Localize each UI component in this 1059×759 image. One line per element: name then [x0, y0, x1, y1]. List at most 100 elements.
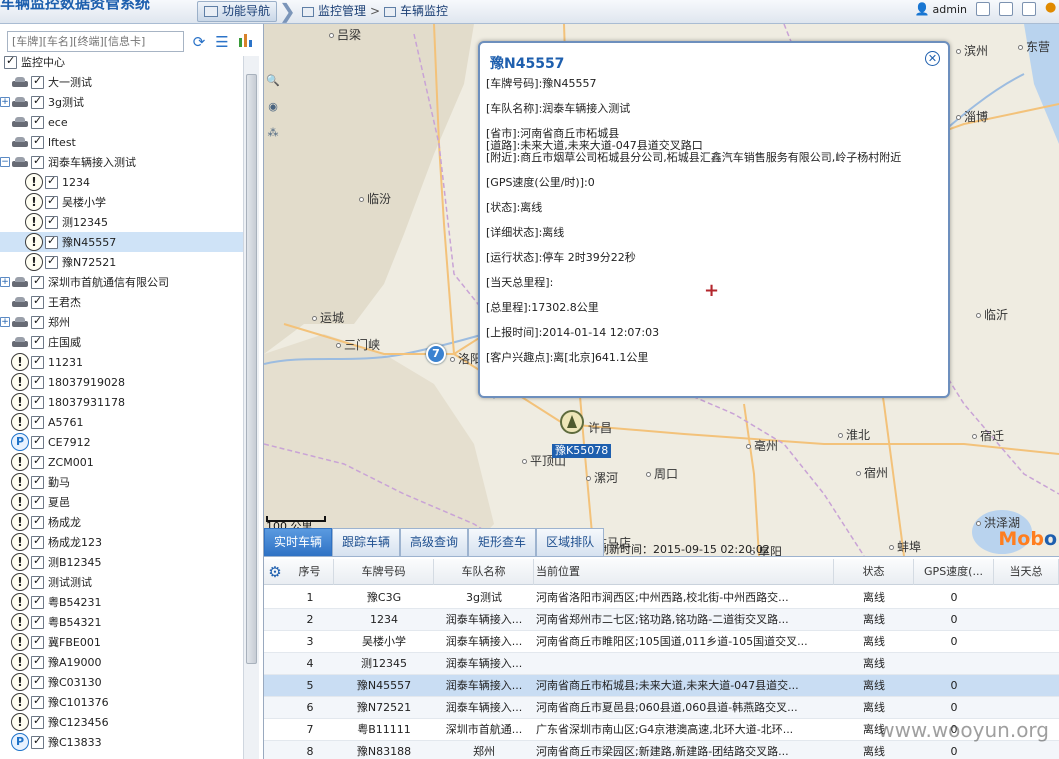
zoom-search-icon[interactable]: 🔍: [266, 74, 280, 88]
tree-item[interactable]: ! 冀FBE001: [0, 632, 243, 652]
grid-header-cell[interactable]: 车队名称: [434, 559, 534, 585]
table-row[interactable]: 8 豫N83188 郑州 河南省商丘市梁园区;新建路,新建路-团结路交叉路... 离线 0: [264, 741, 1059, 759]
tree-item[interactable]: ! A5761: [0, 412, 243, 432]
tree-item[interactable]: − 润泰车辆接入测试: [0, 152, 243, 172]
tree-checkbox[interactable]: [31, 374, 44, 389]
tree-checkbox[interactable]: [31, 454, 44, 469]
collapse-icon[interactable]: −: [0, 157, 10, 167]
tree-checkbox[interactable]: [31, 414, 44, 429]
tree-checkbox[interactable]: [31, 154, 44, 169]
tree-checkbox[interactable]: [31, 634, 44, 649]
tree-checkbox[interactable]: [31, 714, 44, 729]
grid-header-cell[interactable]: 当前位置: [534, 559, 834, 585]
upload-icon[interactable]: [1022, 2, 1036, 16]
tree-checkbox[interactable]: [45, 174, 58, 189]
tree-item[interactable]: 王君杰: [0, 292, 243, 312]
refresh-icon[interactable]: ⟳: [189, 32, 209, 52]
tree-checkbox[interactable]: [31, 654, 44, 669]
table-row[interactable]: 6 豫N72521 润泰车辆接入... 河南省商丘市夏邑县;060县道,060县道-韩…: [264, 697, 1059, 719]
tree-checkbox[interactable]: [31, 334, 44, 349]
search-input[interactable]: [7, 31, 184, 52]
table-row[interactable]: 2 1234 润泰车辆接入... 河南省郑州市二七区;铭功路,铭功路-二道街交叉路..…: [264, 609, 1059, 631]
tab-2[interactable]: 高级查询: [400, 528, 469, 556]
exit-icon[interactable]: ●: [1045, 1, 1059, 16]
tree-checkbox[interactable]: [31, 694, 44, 709]
tree-item[interactable]: ! 豫N45557: [0, 232, 243, 252]
map-view[interactable]: 吕梁 滨州 东营 淄博 临汾 运城 三门峡 洛阳 临沂 亳州 淮北 宿迁 平顶山 漯河 周口 宿州 驻马店 阜阳蚌…: [264, 24, 1059, 556]
tree-item[interactable]: + 郑州: [0, 312, 243, 332]
tree-checkbox[interactable]: [45, 214, 58, 229]
tree-item[interactable]: ! 18037931178: [0, 392, 243, 412]
tree-scrollbar-thumb[interactable]: [246, 74, 257, 664]
tree-item[interactable]: ! 测B12345: [0, 552, 243, 572]
tree-checkbox[interactable]: [45, 194, 58, 209]
tree-item[interactable]: ! 粤B54321: [0, 612, 243, 632]
table-row[interactable]: 5 豫N45557 润泰车辆接入... 河南省商丘市柘城县;未来大道,未来大道-047…: [264, 675, 1059, 697]
grid-header-cell[interactable]: 当天总: [994, 559, 1059, 585]
tab-3[interactable]: 矩形查车: [468, 528, 537, 556]
tree-item[interactable]: P CE7912: [0, 432, 243, 452]
vehicle-cluster-marker[interactable]: 7: [426, 344, 446, 364]
tab-0[interactable]: 实时车辆: [264, 528, 333, 556]
tree-item[interactable]: ! ZCM001: [0, 452, 243, 472]
tree-checkbox[interactable]: [45, 234, 58, 249]
chart-icon[interactable]: [236, 32, 256, 52]
tree-checkbox[interactable]: [31, 74, 44, 89]
tree-checkbox[interactable]: [31, 134, 44, 149]
window-icon[interactable]: [976, 2, 990, 16]
grid-header-cell[interactable]: 车牌号码: [334, 559, 434, 585]
gear-icon[interactable]: ⚙: [267, 564, 283, 580]
tree-item[interactable]: lftest: [0, 132, 243, 152]
grid-header-cell[interactable]: 状态: [834, 559, 914, 585]
settings-icon[interactable]: [999, 2, 1013, 16]
tree-checkbox[interactable]: [45, 254, 58, 269]
tree-item[interactable]: ece: [0, 112, 243, 132]
tree-checkbox[interactable]: [31, 474, 44, 489]
tree-item[interactable]: ! 18037919028: [0, 372, 243, 392]
tree-item[interactable]: ! 豫C123456: [0, 712, 243, 732]
tree-item[interactable]: ! 测试测试: [0, 572, 243, 592]
tree-scrollbar[interactable]: [243, 56, 259, 759]
table-row[interactable]: 3 吴楼小学 润泰车辆接入... 河南省商丘市睢阳区;105国道,011乡道-105国…: [264, 631, 1059, 653]
table-row[interactable]: 1 豫C3G 3g测试 河南省洛阳市涧西区;中州西路,校北街-中州西路交... 离线 0: [264, 587, 1059, 609]
tree-checkbox[interactable]: [31, 594, 44, 609]
tree-checkbox[interactable]: [31, 614, 44, 629]
tree-item[interactable]: ! 杨成龙123: [0, 532, 243, 552]
tree-item[interactable]: ! 1234: [0, 172, 243, 192]
tab-4[interactable]: 区域排队: [536, 528, 605, 556]
tree-checkbox[interactable]: [31, 394, 44, 409]
tree-item[interactable]: ! 豫C03130: [0, 672, 243, 692]
map-settings-icon[interactable]: ⁂: [266, 126, 280, 140]
vehicle-marker-label[interactable]: 豫K55078: [552, 444, 612, 458]
tree-item[interactable]: 庄国威: [0, 332, 243, 352]
tree-item[interactable]: ! 粤B54231: [0, 592, 243, 612]
table-row[interactable]: 4 测12345 润泰车辆接入... 离线: [264, 653, 1059, 675]
close-icon[interactable]: ✕: [925, 51, 940, 66]
tree-checkbox[interactable]: [31, 354, 44, 369]
tree-checkbox[interactable]: [31, 274, 44, 289]
tree-item[interactable]: ! 11231: [0, 352, 243, 372]
tree-checkbox[interactable]: [31, 294, 44, 309]
tree-checkbox[interactable]: [31, 314, 44, 329]
tree-item[interactable]: 大一测试: [0, 72, 243, 92]
tree-checkbox[interactable]: [31, 494, 44, 509]
list-icon[interactable]: ☰: [212, 32, 232, 52]
breadcrumb-monitor[interactable]: 监控管理: [302, 1, 366, 22]
tree-checkbox[interactable]: [4, 56, 17, 69]
tree-checkbox[interactable]: [31, 94, 44, 109]
tree-item[interactable]: 监控中心: [0, 56, 243, 72]
grid-header-cell[interactable]: 序号: [286, 559, 334, 585]
tree-item[interactable]: + 深圳市首航通信有限公司: [0, 272, 243, 292]
tree-checkbox[interactable]: [31, 574, 44, 589]
tree-item[interactable]: ! 杨成龙: [0, 512, 243, 532]
expand-icon[interactable]: +: [0, 97, 10, 107]
tree-item[interactable]: ! 豫C101376: [0, 692, 243, 712]
tree-item[interactable]: ! 豫N72521: [0, 252, 243, 272]
tree-checkbox[interactable]: [31, 434, 44, 449]
tree-checkbox[interactable]: [31, 114, 44, 129]
tree-checkbox[interactable]: [31, 734, 44, 749]
tree-item[interactable]: ! 夏邑: [0, 492, 243, 512]
tree-checkbox[interactable]: [31, 514, 44, 529]
expand-icon[interactable]: +: [0, 317, 10, 327]
vehicle-marker-icon[interactable]: [560, 410, 584, 434]
